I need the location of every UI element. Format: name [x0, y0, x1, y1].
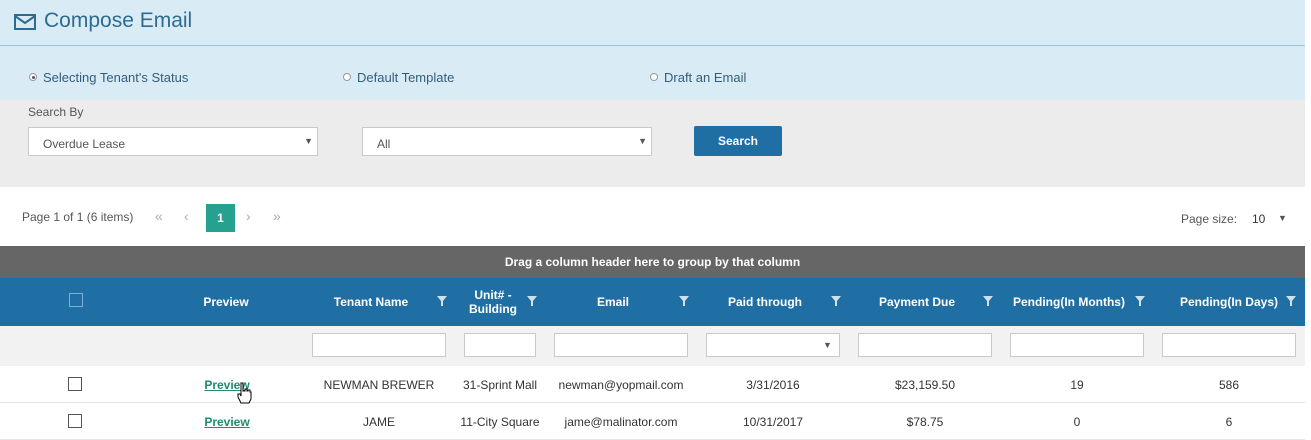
- pager-summary: Page 1 of 1 (6 items): [22, 210, 134, 224]
- last-page-icon[interactable]: »: [273, 208, 281, 224]
- page-title: Compose Email: [44, 9, 193, 32]
- pending-months-filter-input[interactable]: [1010, 333, 1144, 357]
- search-button[interactable]: Search: [694, 126, 782, 156]
- radio-default-template[interactable]: Default Template: [343, 68, 454, 86]
- filter-icon[interactable]: [1286, 296, 1296, 306]
- group-panel[interactable]: Drag a column header here to group by th…: [0, 246, 1305, 278]
- preview-link[interactable]: Preview: [204, 415, 249, 429]
- paid-through-cell: 10/31/2017: [742, 414, 804, 429]
- search-by-label: Search By: [28, 105, 84, 119]
- page-header: Compose Email: [0, 0, 1305, 46]
- row-checkbox[interactable]: [68, 377, 82, 391]
- radio-label: Default Template: [357, 69, 455, 85]
- email-cell: newman@yopmail.com: [558, 377, 684, 392]
- payment-due-filter-input[interactable]: [858, 333, 992, 357]
- column-header-unit-building[interactable]: Unit# - Building: [462, 278, 524, 326]
- filter-icon[interactable]: [437, 296, 447, 306]
- hand-cursor-icon: [237, 382, 252, 404]
- status-filter-value: All: [377, 137, 391, 151]
- dropdown-caret-icon: ▼: [304, 136, 313, 146]
- page-size-select[interactable]: 10: [1252, 212, 1265, 226]
- filter-icon[interactable]: [983, 296, 993, 306]
- paid-through-filter-input[interactable]: [706, 333, 840, 357]
- unit-building-filter-input[interactable]: [464, 333, 536, 357]
- pending-days-filter-input[interactable]: [1162, 333, 1296, 357]
- pending-months-cell: 19: [1070, 377, 1084, 392]
- tenant-name-cell: JAME: [362, 414, 395, 429]
- mode-radio-group: Selecting Tenant's Status Default Templa…: [0, 46, 1305, 100]
- column-header-paid-through[interactable]: Paid through: [706, 278, 824, 326]
- radio-dot[interactable]: [650, 73, 658, 81]
- filter-icon[interactable]: [831, 296, 841, 306]
- grid-header: Preview Tenant Name Unit# - Building Ema…: [0, 278, 1305, 326]
- envelope-icon: [14, 14, 36, 30]
- unit-building-cell: 11-City Square: [460, 414, 540, 429]
- email-cell: jame@malinator.com: [564, 414, 678, 429]
- column-header-pending-days[interactable]: Pending(In Days): [1162, 278, 1296, 326]
- preview-cell: Preview: [152, 403, 302, 440]
- page-size-caret-icon[interactable]: ▼: [1278, 213, 1287, 223]
- select-all-checkbox[interactable]: [69, 293, 83, 307]
- current-page-button[interactable]: 1: [206, 204, 235, 232]
- row-checkbox[interactable]: [68, 414, 82, 428]
- column-header-email[interactable]: Email: [554, 278, 672, 326]
- status-filter-select[interactable]: All ▼: [362, 127, 652, 156]
- tenant-name-filter-input[interactable]: [312, 333, 446, 357]
- payment-due-cell: $23,159.50: [894, 377, 956, 392]
- filter-icon[interactable]: [679, 296, 689, 306]
- filter-icon[interactable]: [1135, 296, 1145, 306]
- email-filter-input[interactable]: [554, 333, 688, 357]
- table-row: Preview JAME 11-City Square jame@malinat…: [0, 403, 1305, 440]
- filter-icon[interactable]: [527, 296, 537, 306]
- column-header-payment-due[interactable]: Payment Due: [858, 278, 976, 326]
- column-header-tenant-name[interactable]: Tenant Name: [300, 278, 442, 326]
- grid-filter-row: ▼: [0, 326, 1305, 366]
- pending-days-cell: 6: [1225, 414, 1233, 429]
- column-header-preview[interactable]: Preview: [152, 278, 300, 326]
- pending-months-cell: 0: [1073, 414, 1081, 429]
- preview-cell: Preview: [152, 366, 302, 403]
- column-header-pending-months[interactable]: Pending(In Months): [1010, 278, 1128, 326]
- table-row: Preview NEWMAN BREWER 31-Sprint Mall new…: [0, 366, 1305, 403]
- date-dropdown-caret-icon[interactable]: ▼: [823, 340, 832, 350]
- search-by-value: Overdue Lease: [43, 137, 126, 151]
- page-size-label: Page size:: [1181, 212, 1238, 226]
- pending-days-cell: 586: [1218, 377, 1240, 392]
- payment-due-cell: $78.75: [906, 414, 944, 429]
- radio-dot[interactable]: [343, 73, 351, 81]
- unit-building-cell: 31-Sprint Mall: [462, 377, 538, 392]
- next-page-icon[interactable]: ›: [246, 208, 251, 224]
- search-by-select[interactable]: Overdue Lease ▼: [28, 127, 318, 156]
- radio-label: Draft an Email: [664, 69, 747, 85]
- prev-page-icon[interactable]: ‹: [184, 208, 189, 224]
- dropdown-caret-icon: ▼: [638, 136, 647, 146]
- radio-label: Selecting Tenant's Status: [43, 69, 189, 85]
- radio-dot-selected[interactable]: [29, 73, 37, 81]
- first-page-icon[interactable]: «: [155, 208, 163, 224]
- radio-tenant-status[interactable]: Selecting Tenant's Status: [29, 68, 188, 86]
- radio-draft-email[interactable]: Draft an Email: [650, 68, 746, 86]
- search-panel: Search By Overdue Lease ▼ All ▼ Search: [0, 100, 1305, 187]
- paid-through-cell: 3/31/2016: [746, 377, 800, 392]
- tenant-name-cell: NEWMAN BREWER: [323, 377, 435, 392]
